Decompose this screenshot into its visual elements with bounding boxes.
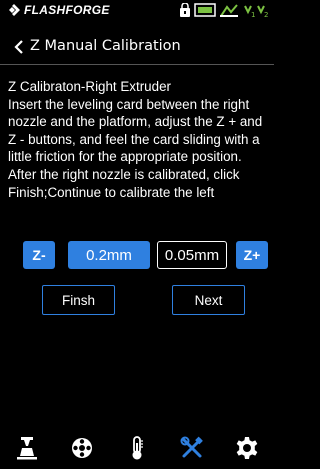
next-button[interactable]: Next xyxy=(172,285,245,315)
nav-settings[interactable] xyxy=(219,426,274,469)
temperature-icons: 1 2 xyxy=(244,5,268,18)
filament-icon xyxy=(194,3,216,17)
settings-icon xyxy=(236,436,257,459)
brand-logo: FLASHFORGE xyxy=(8,2,110,18)
nav-print[interactable] xyxy=(0,426,55,469)
nav-temperature[interactable] xyxy=(110,426,165,469)
brand-name: FLASHFORGE xyxy=(24,3,110,17)
svg-text:2: 2 xyxy=(264,11,268,18)
door-lock-icon xyxy=(180,2,190,17)
screen: FLASHFORGE 1 2 Z Manual Calibration Z Ca… xyxy=(0,0,274,469)
thermometer-icon xyxy=(132,435,143,459)
bottom-nav xyxy=(0,426,274,469)
header-divider xyxy=(0,64,274,65)
wifi-icon xyxy=(220,3,238,17)
nav-tools[interactable] xyxy=(164,426,219,469)
z-plus-button[interactable]: Z+ xyxy=(236,241,268,269)
status-bar: FLASHFORGE 1 2 xyxy=(0,0,274,20)
filament-spool-icon xyxy=(72,437,93,458)
z-minus-button[interactable]: Z- xyxy=(23,241,55,269)
svg-text:1: 1 xyxy=(251,11,255,18)
flashforge-logo-icon xyxy=(9,4,20,16)
nav-filament[interactable] xyxy=(55,426,110,469)
chevron-left-icon[interactable] xyxy=(12,39,26,55)
print-icon xyxy=(17,436,38,459)
step-0-05mm-button[interactable]: 0.05mm xyxy=(157,241,227,269)
calibration-instructions: Z Calibraton-Right Extruder Insert the l… xyxy=(8,79,263,200)
step-0-2mm-button[interactable]: 0.2mm xyxy=(68,241,150,269)
status-icons: 1 2 xyxy=(179,2,270,18)
tools-icon xyxy=(180,436,203,457)
page-title: Z Manual Calibration xyxy=(30,38,181,54)
header: Z Manual Calibration xyxy=(0,30,274,64)
finish-button[interactable]: Finsh xyxy=(42,285,115,315)
